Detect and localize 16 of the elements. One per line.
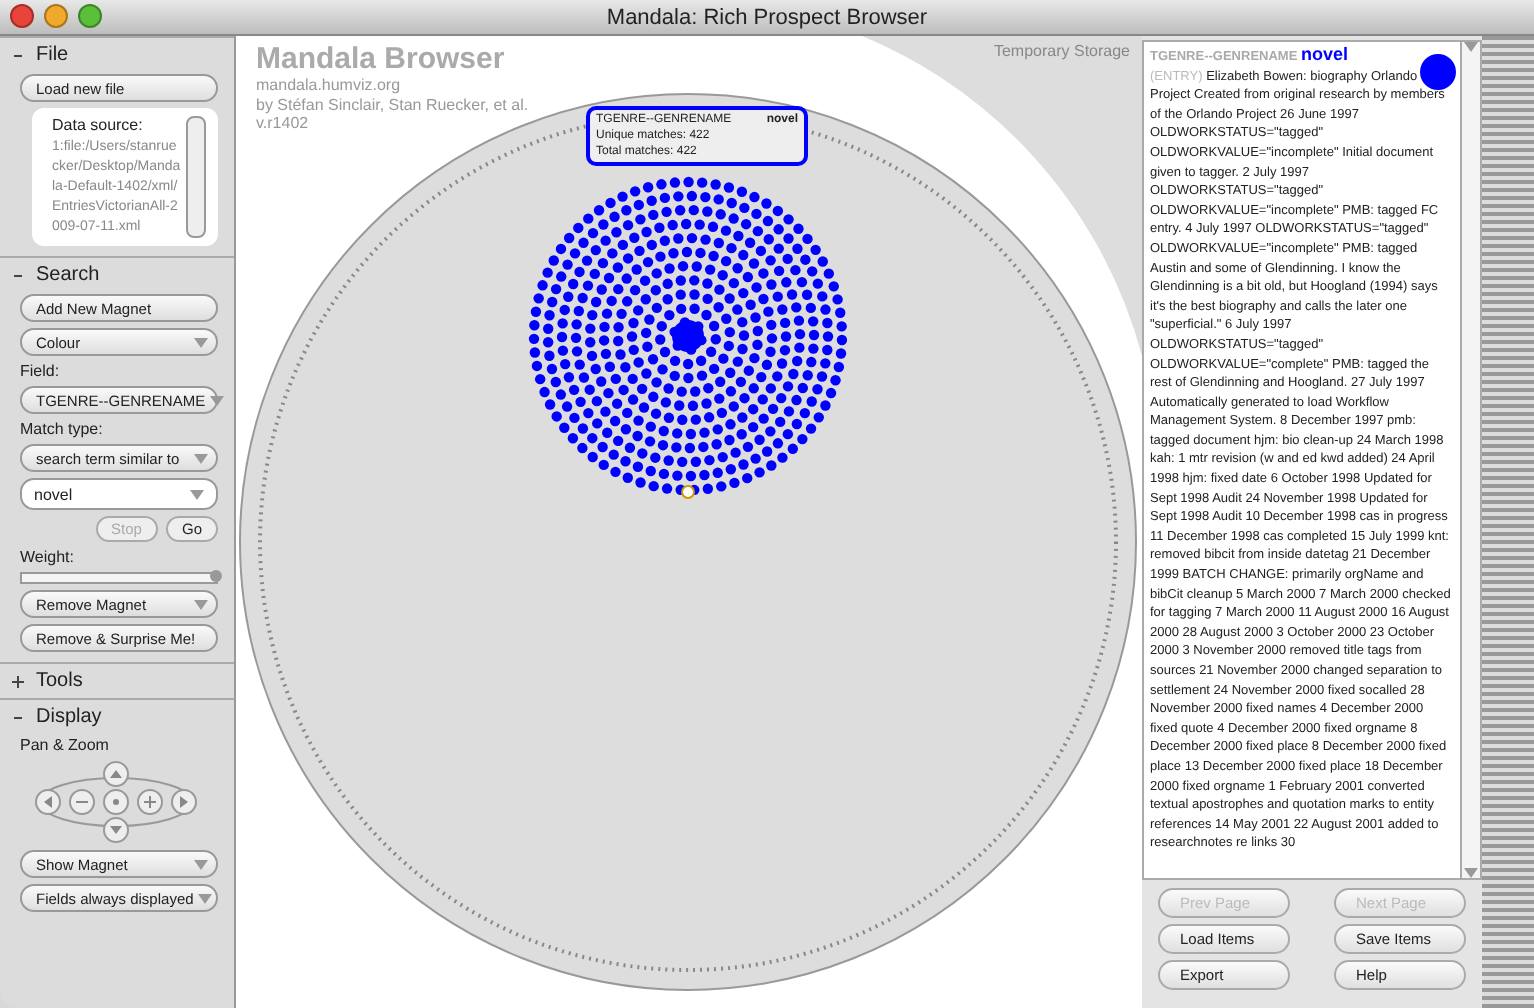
app-version: v.r1402 xyxy=(256,114,311,133)
pan-zoom-label: Pan & Zoom xyxy=(20,736,111,754)
match-type-label: Match type: xyxy=(20,420,105,438)
app-title: Mandala Browser xyxy=(256,42,507,76)
field-label: Field: xyxy=(20,362,62,380)
window-title: Mandala: Rich Prospect Browser xyxy=(606,5,928,29)
app-authors: by Stéfan Sinclair, Stan Ruecker, et al. xyxy=(256,95,529,114)
data-source-label: Data source: xyxy=(52,116,145,134)
weight-label: Weight: xyxy=(20,548,76,566)
section-header[interactable]: Display xyxy=(0,698,234,734)
section-header[interactable]: Tools xyxy=(0,662,234,698)
section-header[interactable]: File xyxy=(0,36,234,72)
section-header[interactable]: Search xyxy=(0,256,234,292)
search-term-field[interactable]: novel xyxy=(20,478,218,510)
storage-label: Temporary Storage xyxy=(993,42,1130,60)
app-url: mandala.humviz.org xyxy=(256,76,403,95)
